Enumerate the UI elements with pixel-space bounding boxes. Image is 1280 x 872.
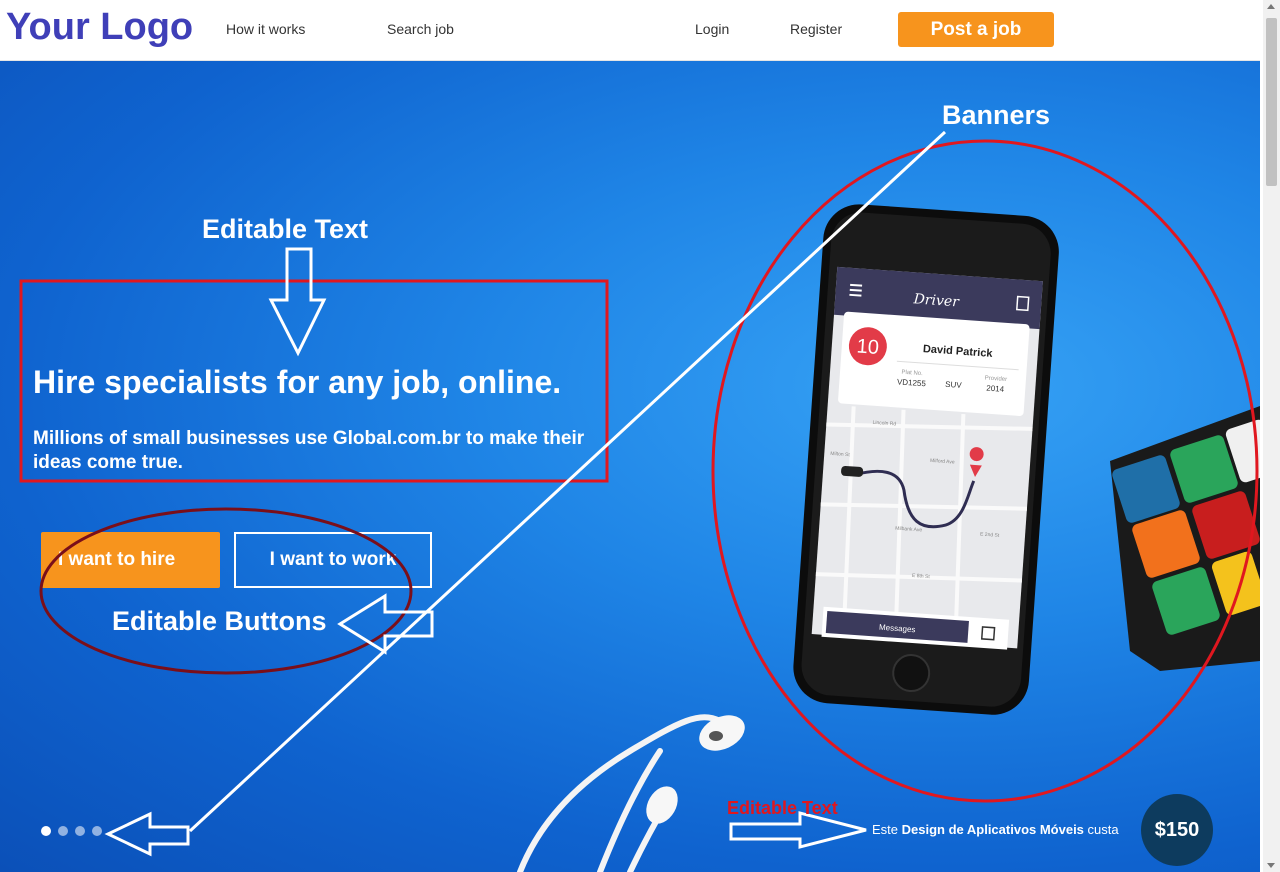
annotation-left-arrow [337, 593, 434, 655]
hero-banner: Driver 10 David Patrick Plat No. VD1255 … [0, 61, 1260, 872]
nav-register[interactable]: Register [790, 21, 842, 37]
annotation-text-box [19, 279, 609, 483]
nav-login[interactable]: Login [695, 21, 729, 37]
annotation-editable-text-red-label: Editable Text [727, 798, 838, 818]
annotation-editable-text-label: Editable Text [202, 214, 369, 244]
site-logo[interactable]: Your Logo [6, 6, 193, 49]
top-navigation-bar: Your Logo How it works Search job Login … [0, 0, 1260, 61]
vertical-scrollbar[interactable] [1263, 0, 1280, 872]
scroll-down-arrow-icon[interactable] [1267, 863, 1275, 868]
nav-search-job[interactable]: Search job [387, 21, 454, 37]
annotation-overlay [19, 130, 1259, 857]
annotation-banners-label: Banners [942, 100, 1051, 130]
nav-how-it-works[interactable]: How it works [226, 21, 305, 37]
annotation-dots-arrow [104, 811, 190, 857]
scroll-up-arrow-icon[interactable] [1267, 4, 1275, 9]
post-job-button[interactable]: Post a job [898, 12, 1054, 47]
annotation-editable-buttons-label: Editable Buttons [112, 606, 327, 636]
scrollbar-thumb[interactable] [1266, 18, 1277, 186]
annotation-down-arrow [268, 247, 327, 357]
annotation-buttons-ellipse [39, 507, 413, 675]
annotation-banner-ellipse [711, 139, 1259, 803]
